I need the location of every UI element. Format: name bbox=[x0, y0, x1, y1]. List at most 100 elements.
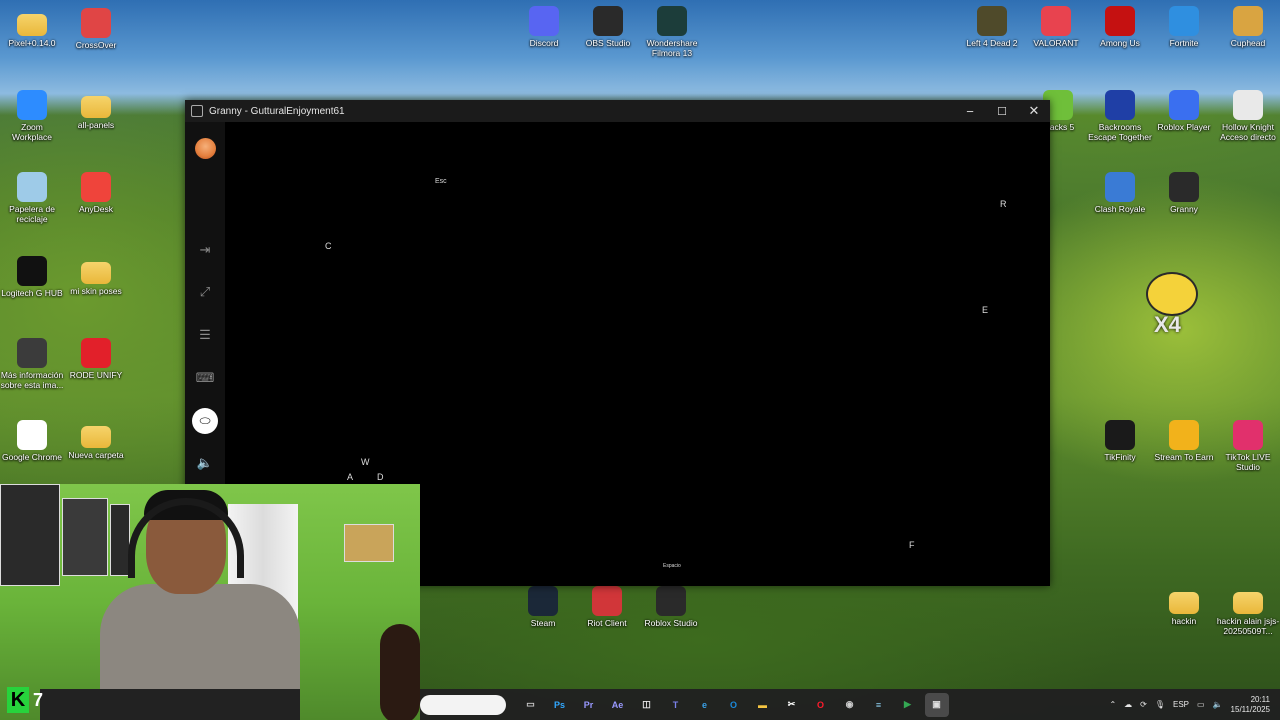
microphone-icon[interactable]: 🎙 bbox=[1155, 700, 1165, 709]
desktop-icon-logitech-g-hub[interactable]: Logitech G HUB bbox=[0, 256, 64, 298]
desktop-icon-label: Nueva carpeta bbox=[68, 450, 124, 460]
chevron-up-icon[interactable]: ⌃ bbox=[1109, 700, 1116, 709]
avatar[interactable] bbox=[195, 138, 216, 159]
desktop-icon-nueva-carpeta[interactable]: Nueva carpeta bbox=[64, 420, 128, 460]
window-title: Granny - GutturalEnjoyment61 bbox=[209, 105, 345, 117]
exit-icon[interactable]: ⇥ bbox=[195, 240, 215, 260]
desktop-icon-tikfinity[interactable]: TikFinity bbox=[1088, 420, 1152, 462]
desktop-icon-label: Más información sobre esta ima... bbox=[0, 370, 64, 390]
rode-icon bbox=[81, 338, 111, 368]
taskbar-edge-icon[interactable]: e bbox=[693, 693, 717, 717]
desktop-icon-hollow-knight-acceso-directo[interactable]: Hollow Knight Acceso directo bbox=[1216, 90, 1280, 142]
cloud-icon[interactable]: ☁ bbox=[1124, 700, 1132, 709]
volume-icon[interactable]: 🔈 bbox=[1213, 700, 1223, 709]
clock-date: 15/11/2025 bbox=[1230, 704, 1270, 714]
folder-icon bbox=[81, 262, 111, 284]
roblox-studio-icon bbox=[656, 586, 686, 616]
folder-icon bbox=[1169, 592, 1199, 614]
taskbar-teams-icon[interactable]: T bbox=[664, 693, 688, 717]
taskbar-premiere-icon[interactable]: Pr bbox=[577, 693, 601, 717]
desktop-icon-roblox-player[interactable]: Roblox Player bbox=[1152, 90, 1216, 132]
desktop-icon-valorant[interactable]: VALORANT bbox=[1024, 6, 1088, 48]
desktop-icon-label: mi skin poses bbox=[70, 286, 122, 296]
desktop-icon-cuphead[interactable]: Cuphead bbox=[1216, 6, 1280, 48]
sync-icon[interactable]: ⟳ bbox=[1140, 700, 1147, 709]
desktop-icon-among-us[interactable]: Among Us bbox=[1088, 6, 1152, 48]
desktop-icon-papelera-de-reciclaje[interactable]: Papelera de reciclaje bbox=[0, 172, 64, 224]
monitor-icon[interactable]: ▭ bbox=[1197, 700, 1205, 709]
desktop-icon-left-4-dead-2[interactable]: Left 4 Dead 2 bbox=[960, 6, 1024, 48]
desktop-icon-all-panels[interactable]: all-panels bbox=[64, 90, 128, 130]
hollow-knight-icon bbox=[1233, 90, 1263, 120]
maximize-button[interactable]: ☐ bbox=[986, 100, 1018, 122]
desktop-icon-label: OBS Studio bbox=[585, 38, 631, 48]
recycle-bin-icon bbox=[17, 172, 47, 202]
minimize-button[interactable]: − bbox=[954, 100, 986, 122]
desktop-icon-mi-skin-poses[interactable]: mi skin poses bbox=[64, 256, 128, 296]
search-box[interactable] bbox=[420, 694, 506, 715]
window-titlebar[interactable]: Granny - GutturalEnjoyment61 − ☐ ✕ bbox=[185, 100, 1050, 122]
settings-sliders-icon[interactable]: ☰ bbox=[195, 325, 215, 345]
desktop-icon-label: Google Chrome bbox=[1, 452, 62, 462]
desktop-icon-label: Wondershare Filmora 13 bbox=[646, 38, 698, 58]
filmora-icon bbox=[657, 6, 687, 36]
desktop-icon-roblox-studio[interactable]: Roblox Studio bbox=[639, 586, 703, 628]
desktop-icon-label: VALORANT bbox=[1033, 38, 1079, 48]
bee-icon bbox=[1146, 272, 1198, 316]
desktop-icon-clash-royale[interactable]: Clash Royale bbox=[1088, 172, 1152, 214]
desktop-icon-crossover[interactable]: CrossOver bbox=[64, 8, 128, 50]
fullscreen-icon[interactable]: ⤢ bbox=[195, 282, 215, 302]
desktop-icon-label: Cuphead bbox=[1230, 38, 1266, 48]
taskbar-granny-icon[interactable]: ▣ bbox=[924, 692, 949, 717]
x4-label: X4 bbox=[1154, 312, 1181, 337]
taskbar-sheets-icon[interactable]: ▶ bbox=[896, 693, 920, 717]
taskbar-task-view-icon[interactable]: ▭ bbox=[519, 693, 543, 717]
desktop-icon-anydesk[interactable]: AnyDesk bbox=[64, 172, 128, 214]
desktop-icon-label: Fortnite bbox=[1169, 38, 1199, 48]
desktop-icon-riot-client[interactable]: Riot Client bbox=[575, 586, 639, 628]
desktop-icon-hackin[interactable]: hackin bbox=[1152, 586, 1216, 626]
taskbar-store-icon[interactable]: ◫ bbox=[635, 693, 659, 717]
desktop-icon-backrooms-escape-together[interactable]: Backrooms Escape Together bbox=[1088, 90, 1152, 142]
desktop-icon-label: Backrooms Escape Together bbox=[1088, 122, 1152, 142]
desktop-icon-google-chrome[interactable]: Google Chrome bbox=[0, 420, 64, 462]
desktop-icon-discord[interactable]: Discord bbox=[512, 6, 576, 48]
taskbar-photoshop-icon[interactable]: Ps bbox=[548, 693, 572, 717]
desktop-icon-granny[interactable]: Granny bbox=[1152, 172, 1216, 214]
folder-icon bbox=[81, 426, 111, 448]
desktop-icon-steam[interactable]: Steam bbox=[511, 586, 575, 628]
desktop-icon-obs-studio[interactable]: OBS Studio bbox=[576, 6, 640, 48]
desktop-icon-zoom-workplace[interactable]: Zoom Workplace bbox=[0, 90, 64, 142]
volume-icon[interactable]: 🔈 bbox=[195, 453, 215, 473]
taskbar-outlook-icon[interactable]: O bbox=[722, 693, 746, 717]
folder-icon bbox=[17, 14, 47, 36]
desktop-icon-fortnite[interactable]: Fortnite bbox=[1152, 6, 1216, 48]
taskbar-notepad-icon[interactable]: ≡ bbox=[867, 693, 891, 717]
desktop-icon-wondershare-filmora-13[interactable]: Wondershare Filmora 13 bbox=[640, 6, 704, 58]
keyboard-icon[interactable]: ⌨ bbox=[195, 368, 215, 388]
taskbar-capcut-icon[interactable]: ✂ bbox=[780, 693, 804, 717]
tiktok-icon bbox=[1233, 420, 1263, 450]
desktop-icon-label: Roblox Player bbox=[1157, 122, 1211, 132]
desktop-icon-rode-unify[interactable]: RODE UNIFY bbox=[64, 338, 128, 380]
anydesk-icon bbox=[81, 172, 111, 202]
granny-icon bbox=[1169, 172, 1199, 202]
desktop-icon-hackin-alain-jsjs-20250509t[interactable]: hackin alain jsjs-20250509T... bbox=[1216, 586, 1280, 636]
close-button[interactable]: ✕ bbox=[1018, 100, 1050, 122]
language-indicator[interactable]: ESP bbox=[1173, 700, 1189, 709]
taskbar-after-effects-icon[interactable]: Ae bbox=[606, 693, 630, 717]
taskbar-file-explorer-icon[interactable]: ▬ bbox=[751, 693, 775, 717]
l4d2-icon bbox=[977, 6, 1007, 36]
desktop-icon-pixel-0-14-0[interactable]: Pixel+0.14.0 bbox=[0, 8, 64, 48]
desktop-icon-stream-to-earn[interactable]: Stream To Earn bbox=[1152, 420, 1216, 462]
taskbar-obs-icon[interactable]: ◉ bbox=[838, 693, 862, 717]
desktop-icon-tiktok-live-studio[interactable]: TikTok LIVE Studio bbox=[1216, 420, 1280, 472]
clock[interactable]: 20:11 15/11/2025 bbox=[1231, 695, 1270, 715]
label-icon[interactable]: ⬭ bbox=[192, 408, 218, 434]
taskbar-opera-icon[interactable]: O bbox=[809, 693, 833, 717]
desktop-icon-label: Logitech G HUB bbox=[1, 288, 63, 298]
desktop-icon-label: CrossOver bbox=[75, 40, 117, 50]
desktop-icon-label: Riot Client bbox=[587, 618, 627, 628]
poster bbox=[110, 504, 130, 576]
desktop-icon-m-s-informaci-n-sobre-esta-ima[interactable]: Más información sobre esta ima... bbox=[0, 338, 64, 390]
